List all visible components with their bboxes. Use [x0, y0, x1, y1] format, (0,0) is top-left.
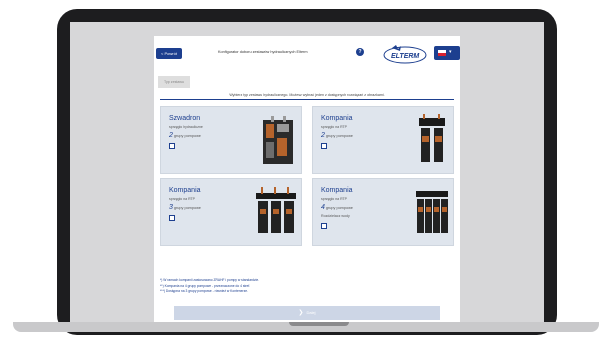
footnote: *) W ramach kompanii zastosowano ZRAHF i… — [160, 278, 260, 282]
option-card-kompania-4[interactable]: Kompania sprzęgło na RTP 4grupy pompowe … — [312, 178, 454, 246]
pump-number: 2 — [321, 132, 325, 139]
tab-set-type[interactable]: Typ zestawu — [158, 76, 190, 88]
pump-number: 3 — [169, 204, 173, 211]
laptop-base — [13, 322, 599, 332]
product-image — [263, 116, 293, 164]
footnotes: *) W ramach kompanii zastosowano ZRAHF i… — [160, 278, 259, 295]
select-checkbox[interactable] — [169, 215, 175, 221]
stage: < Powrót Konfigurator doboru zestawów hy… — [0, 0, 612, 344]
select-checkbox[interactable] — [321, 223, 327, 229]
chevron-right-icon: ❯ — [298, 310, 304, 316]
next-button[interactable]: ❯ Dalej — [174, 306, 440, 320]
configurator-panel: < Powrót Konfigurator doboru zestawów hy… — [154, 36, 460, 322]
option-card-kompania-2[interactable]: Kompania sprzęgło na RTP 2grupy pompowe — [312, 106, 454, 174]
pump-number: 2 — [169, 132, 173, 139]
info-icon[interactable]: ? — [356, 48, 364, 56]
back-button[interactable]: < Powrót — [156, 48, 182, 59]
product-image — [256, 187, 296, 233]
card-title: Kompania — [169, 187, 201, 194]
chevron-down-icon: ▾ — [449, 49, 452, 55]
product-image — [419, 114, 445, 162]
card-pump-count: 2grupy pompowe — [321, 132, 353, 139]
card-pump-count: 3grupy pompowe — [169, 204, 201, 211]
next-label: Dalej — [306, 310, 316, 315]
logo-text: ELTERM — [391, 53, 419, 60]
card-extra-feature: Rozdzielacz wody — [321, 214, 350, 218]
pump-text: grupy pompowe — [173, 134, 201, 138]
pump-text: grupy pompowe — [325, 206, 353, 210]
pump-text: grupy pompowe — [173, 206, 201, 210]
elterm-logo: ELTERM — [383, 45, 427, 64]
option-card-kompania-3[interactable]: Kompania sprzęgło na RTP 3grupy pompowe — [160, 178, 302, 246]
select-checkbox[interactable] — [321, 143, 327, 149]
card-pump-count: 2grupy pompowe — [169, 132, 201, 139]
option-card-szwadron[interactable]: Szwadron sprzęgło hydrauliczne 2grupy po… — [160, 106, 302, 174]
card-title: Kompania — [321, 115, 353, 122]
product-image — [416, 191, 448, 233]
pump-number: 4 — [321, 204, 325, 211]
card-title: Szwadron — [169, 115, 201, 122]
card-title: Kompania — [321, 187, 353, 194]
card-subtitle: sprzęgło na RTP — [169, 197, 196, 201]
top-bar: < Powrót Konfigurator doboru zestawów hy… — [154, 36, 460, 66]
instruction-text: Wybierz typ zestawu hydraulicznego. Może… — [229, 93, 385, 97]
language-selector[interactable]: ▾ — [434, 46, 460, 60]
laptop-screen: < Powrót Konfigurator doboru zestawów hy… — [70, 22, 544, 322]
app-title: Konfigurator doboru zestawów hydrauliczn… — [218, 50, 308, 54]
card-subtitle: sprzęgło na RTP — [321, 197, 348, 201]
card-subtitle: sprzęgło hydrauliczne — [169, 125, 203, 129]
pump-text: grupy pompowe — [325, 134, 353, 138]
footnote: ***) Dostępna na 3 grupy pompowe - równi… — [160, 289, 248, 293]
card-subtitle: sprzęgło na RTP — [321, 125, 348, 129]
divider — [160, 99, 454, 100]
laptop-notch — [289, 322, 349, 326]
card-pump-count: 4grupy pompowe — [321, 204, 353, 211]
polish-flag-icon — [438, 50, 446, 56]
select-checkbox[interactable] — [169, 143, 175, 149]
